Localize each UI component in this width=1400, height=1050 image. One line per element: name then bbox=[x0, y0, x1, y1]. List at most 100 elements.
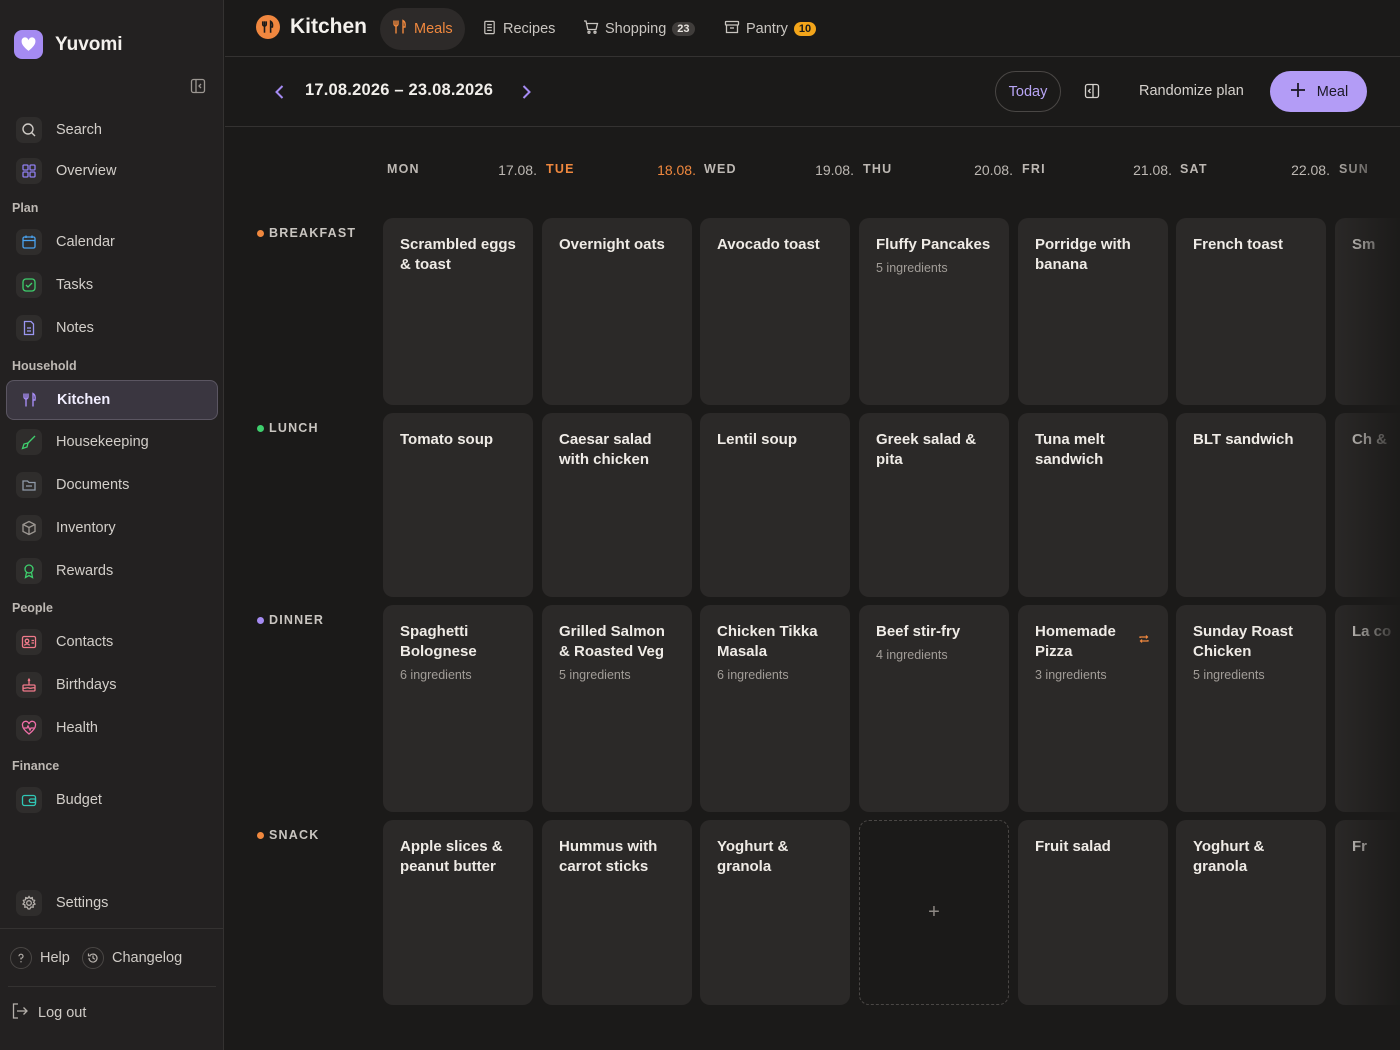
wallet-icon bbox=[16, 787, 42, 813]
meal-card[interactable]: Avocado toast bbox=[700, 218, 850, 405]
help-button[interactable]: Help bbox=[10, 947, 70, 969]
repeat-icon bbox=[1139, 635, 1149, 643]
meal-title: Tomato soup bbox=[400, 431, 494, 448]
meal-type-label: LUNCH bbox=[257, 421, 319, 435]
sidebar-item-budget[interactable]: Budget bbox=[6, 781, 218, 819]
sidebar-item-search[interactable]: Search bbox=[6, 111, 218, 149]
randomize-plan-button[interactable]: Randomize plan bbox=[1139, 83, 1244, 99]
sidebar-divider bbox=[8, 986, 216, 987]
meal-card[interactable]: Spaghetti Bolognese 6 ingredients bbox=[383, 605, 533, 812]
day-date: 17.08. bbox=[498, 162, 537, 178]
tab-shopping[interactable]: Shopping 23 bbox=[571, 8, 707, 50]
meal-card[interactable]: Greek salad & pita bbox=[859, 413, 1009, 597]
meal-card[interactable]: Yoghurt & granola bbox=[1176, 820, 1326, 1005]
meal-title: Lentil soup bbox=[717, 431, 797, 448]
tab-meals[interactable]: Meals bbox=[380, 8, 465, 50]
logout-button[interactable]: Log out bbox=[10, 1001, 86, 1025]
day-date: 22.08. bbox=[1291, 162, 1330, 178]
meal-card[interactable]: Fluffy Pancakes 5 ingredients bbox=[859, 218, 1009, 405]
add-meal-slot[interactable]: + bbox=[859, 820, 1009, 1005]
sidebar-item-settings[interactable]: Settings bbox=[6, 884, 218, 922]
day-name: THU bbox=[863, 162, 893, 176]
meal-card[interactable]: Sm bbox=[1335, 218, 1400, 405]
day-name: SUN bbox=[1339, 162, 1369, 176]
sidebar-item-label: Kitchen bbox=[57, 392, 111, 408]
meal-ingredients-count: 3 ingredients bbox=[1035, 668, 1107, 682]
meal-card[interactable]: Yoghurt & granola bbox=[700, 820, 850, 1005]
tab-recipes[interactable]: Recipes bbox=[470, 8, 567, 50]
sidebar-item-label: Rewards bbox=[56, 563, 114, 579]
sidebar-item-label: Birthdays bbox=[56, 677, 117, 693]
next-week-icon[interactable] bbox=[516, 82, 536, 102]
tab-pantry[interactable]: Pantry 10 bbox=[712, 8, 828, 50]
sidebar-item-inventory[interactable]: Inventory bbox=[6, 509, 218, 547]
add-meal-button[interactable]: Meal bbox=[1270, 71, 1367, 112]
meal-card[interactable]: French toast bbox=[1176, 218, 1326, 405]
meal-card[interactable]: BLT sandwich bbox=[1176, 413, 1326, 597]
sidebar-item-notes[interactable]: Notes bbox=[6, 309, 218, 347]
shopping-count-badge: 23 bbox=[672, 22, 695, 36]
sidebar-item-calendar[interactable]: Calendar bbox=[6, 223, 218, 261]
sidebar-item-housekeeping[interactable]: Housekeeping bbox=[6, 423, 218, 461]
meal-title: Porridge with banana bbox=[1035, 236, 1131, 273]
meal-card[interactable]: Scrambled eggs & toast bbox=[383, 218, 533, 405]
day-date: 20.08. bbox=[974, 162, 1013, 178]
sidebar-item-documents[interactable]: Documents bbox=[6, 466, 218, 504]
sidebar-item-kitchen[interactable]: Kitchen bbox=[6, 380, 218, 420]
meal-card[interactable]: Lentil soup bbox=[700, 413, 850, 597]
sidebar-divider bbox=[0, 928, 224, 929]
meal-card[interactable]: Sunday Roast Chicken 5 ingredients bbox=[1176, 605, 1326, 812]
meal-card[interactable]: Homemade Pizza 3 ingredients bbox=[1018, 605, 1168, 812]
sidebar-item-rewards[interactable]: Rewards bbox=[6, 552, 218, 590]
day-header: FRI 21.08. bbox=[1022, 162, 1172, 178]
previous-week-icon[interactable] bbox=[270, 82, 290, 102]
today-button[interactable]: Today bbox=[995, 71, 1061, 112]
meal-card[interactable]: Fruit salad bbox=[1018, 820, 1168, 1005]
collapse-sidebar-icon[interactable] bbox=[190, 78, 206, 94]
sidebar-item-label: Calendar bbox=[56, 234, 115, 250]
broom-icon bbox=[16, 429, 42, 455]
tab-label: Shopping bbox=[605, 21, 667, 37]
meal-title: Fluffy Pancakes bbox=[876, 236, 991, 253]
day-header: MON 17.08. bbox=[387, 162, 537, 178]
sidebar-item-label: Budget bbox=[56, 792, 102, 808]
tab-label: Meals bbox=[414, 21, 453, 37]
sidebar-item-contacts[interactable]: Contacts bbox=[6, 623, 218, 661]
meal-card[interactable]: Tomato soup bbox=[383, 413, 533, 597]
utensils-icon bbox=[17, 387, 43, 413]
sidebar-item-tasks[interactable]: Tasks bbox=[6, 266, 218, 304]
meal-title: Avocado toast bbox=[717, 236, 820, 253]
sidebar-item-health[interactable]: Health bbox=[6, 709, 218, 747]
sidebar-item-label: Housekeeping bbox=[56, 434, 149, 450]
meal-card[interactable]: Fr bbox=[1335, 820, 1400, 1005]
sidebar-item-overview[interactable]: Overview bbox=[6, 152, 218, 190]
meal-card[interactable]: Hummus with carrot sticks bbox=[542, 820, 692, 1005]
meal-card[interactable]: Chicken Tikka Masala 6 ingredients bbox=[700, 605, 850, 812]
meal-ingredients-count: 5 ingredients bbox=[1193, 668, 1265, 682]
day-name: TUE bbox=[546, 162, 575, 176]
day-header: THU 20.08. bbox=[863, 162, 1013, 178]
changelog-button[interactable]: Changelog bbox=[82, 947, 182, 969]
brand[interactable]: Yuvomi bbox=[14, 30, 123, 59]
meal-card[interactable]: La co bbox=[1335, 605, 1400, 812]
meal-card[interactable]: Porridge with banana bbox=[1018, 218, 1168, 405]
logout-icon bbox=[10, 1001, 30, 1025]
meal-card[interactable]: Beef stir-fry 4 ingredients bbox=[859, 605, 1009, 812]
toggle-view-icon[interactable] bbox=[1084, 83, 1100, 99]
meal-card[interactable]: Tuna melt sandwich bbox=[1018, 413, 1168, 597]
meal-title: BLT sandwich bbox=[1193, 431, 1294, 448]
meal-card[interactable]: Ch & bbox=[1335, 413, 1400, 597]
logout-label: Log out bbox=[38, 1005, 87, 1021]
meal-ingredients-count: 6 ingredients bbox=[717, 668, 789, 682]
meal-card[interactable]: Apple slices & peanut butter bbox=[383, 820, 533, 1005]
meal-card[interactable]: Grilled Salmon & Roasted Veg 5 ingredient… bbox=[542, 605, 692, 812]
contact-card-icon bbox=[16, 629, 42, 655]
meal-title: La co bbox=[1352, 623, 1392, 640]
meal-title: Fr bbox=[1352, 838, 1367, 855]
day-name: FRI bbox=[1022, 162, 1046, 176]
day-date: 21.08. bbox=[1133, 162, 1172, 178]
meal-card[interactable]: Overnight oats bbox=[542, 218, 692, 405]
sidebar-item-birthdays[interactable]: Birthdays bbox=[6, 666, 218, 704]
meal-card[interactable]: Caesar salad with chicken bbox=[542, 413, 692, 597]
meal-plan-grid: MON 17.08. TUE 18.08. WED 19.08. THU 20.08. FRI 2… bbox=[225, 127, 1400, 1050]
